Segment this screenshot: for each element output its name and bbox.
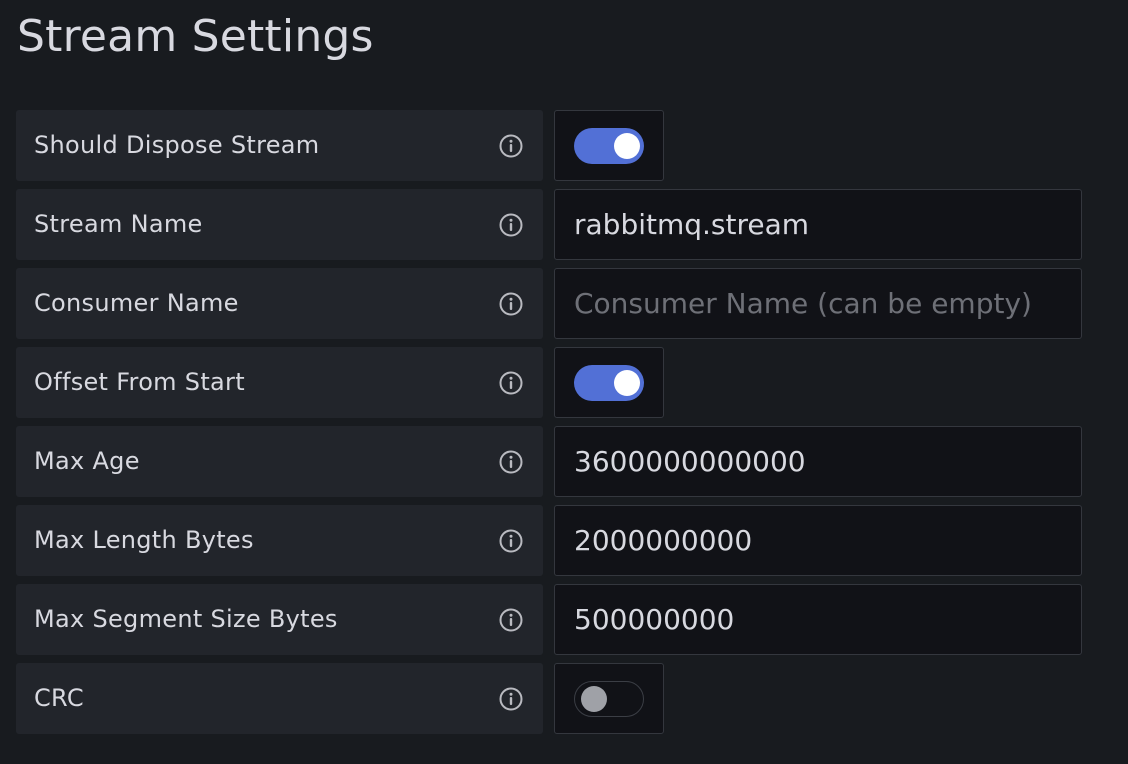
info-circle-icon[interactable]: [498, 607, 524, 633]
field-label-box: Stream Name: [16, 189, 543, 260]
field-row-consumer-name: Consumer Name: [16, 268, 1082, 339]
toggle-knob: [614, 370, 640, 396]
max-age-input[interactable]: [555, 427, 1081, 496]
should-dispose-stream-toggle[interactable]: [574, 128, 644, 164]
input-container: [554, 268, 1082, 339]
field-row-max-length-bytes: Max Length Bytes: [16, 505, 1082, 576]
field-label-box: Max Length Bytes: [16, 505, 543, 576]
field-row-should-dispose-stream: Should Dispose Stream: [16, 110, 1082, 181]
offset-from-start-toggle[interactable]: [574, 365, 644, 401]
field-label-box: Max Segment Size Bytes: [16, 584, 543, 655]
info-circle-icon[interactable]: [498, 686, 524, 712]
info-circle-icon[interactable]: [498, 133, 524, 159]
info-circle-icon[interactable]: [498, 370, 524, 396]
field-row-max-age: Max Age: [16, 426, 1082, 497]
field-label: Consumer Name: [34, 289, 239, 317]
switch-container: [554, 110, 664, 181]
info-circle-icon[interactable]: [498, 212, 524, 238]
field-label: Max Length Bytes: [34, 526, 254, 554]
settings-form: Should Dispose Stream Stream Name rabbit…: [16, 110, 1082, 742]
input-container: [554, 505, 1082, 576]
input-container: [554, 584, 1082, 655]
input-container: [554, 189, 1082, 260]
section-title: Stream Settings: [17, 11, 374, 62]
switch-container: [554, 347, 664, 418]
stream-settings-page: Stream Settings Should Dispose Stream St…: [0, 0, 1128, 764]
field-label-box: Consumer Name: [16, 268, 543, 339]
info-circle-icon[interactable]: [498, 528, 524, 554]
field-label: Max Segment Size Bytes: [34, 605, 338, 633]
toggle-knob: [614, 133, 640, 159]
max-length-bytes-input[interactable]: [555, 506, 1081, 575]
info-circle-icon[interactable]: [498, 291, 524, 317]
info-circle-icon[interactable]: [498, 449, 524, 475]
field-label: Max Age: [34, 447, 140, 475]
field-row-offset-from-start: Offset From Start: [16, 347, 1082, 418]
consumer-name-input[interactable]: [555, 269, 1081, 338]
field-row-crc: CRC: [16, 663, 1082, 734]
crc-toggle[interactable]: [574, 681, 644, 717]
field-label-box: CRC: [16, 663, 543, 734]
stream-name-input[interactable]: [555, 190, 1081, 259]
max-segment-size-bytes-input[interactable]: [555, 585, 1081, 654]
field-label: CRC: [34, 684, 84, 712]
field-label-box: Offset From Start: [16, 347, 543, 418]
switch-container: [554, 663, 664, 734]
field-label-box: Should Dispose Stream: [16, 110, 543, 181]
field-row-stream-name: Stream Name: [16, 189, 1082, 260]
field-label-box: Max Age: [16, 426, 543, 497]
field-label: Stream Name: [34, 210, 203, 238]
field-label: Offset From Start: [34, 368, 245, 396]
input-container: [554, 426, 1082, 497]
toggle-knob: [581, 686, 607, 712]
field-label: Should Dispose Stream: [34, 131, 320, 159]
field-row-max-segment-size-bytes: Max Segment Size Bytes: [16, 584, 1082, 655]
